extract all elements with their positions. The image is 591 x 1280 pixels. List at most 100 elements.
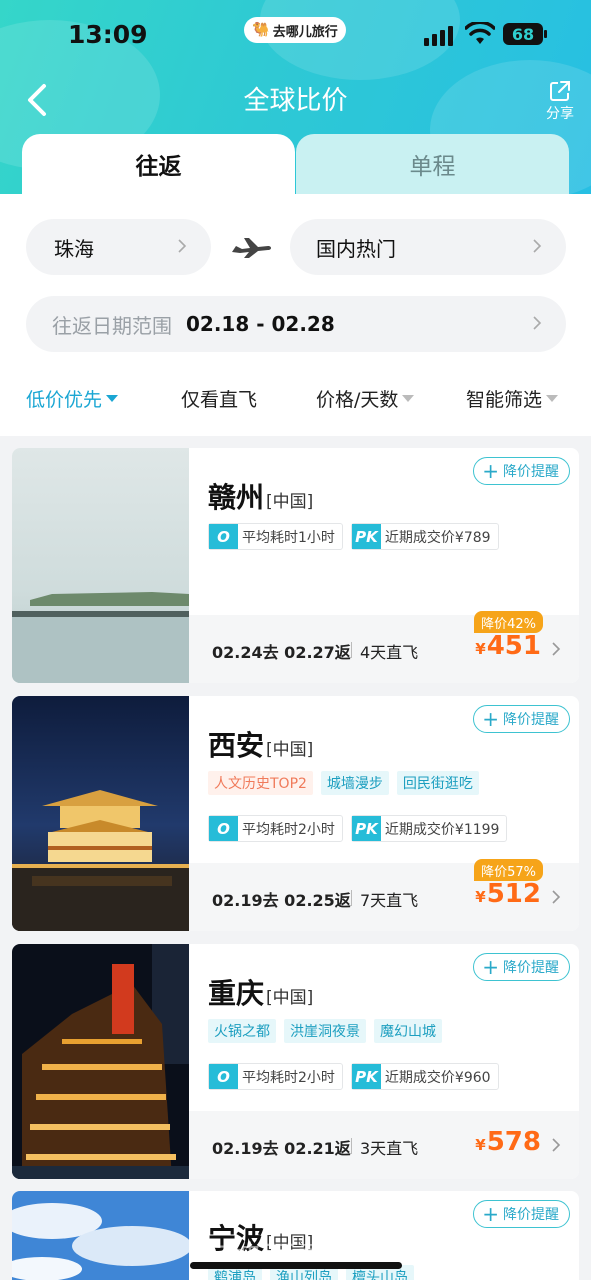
recent-price-info: PK 近期成交价¥1199 xyxy=(350,815,508,842)
trip-dates: 02.24去 02.27返 xyxy=(212,643,351,662)
filter-label: 智能筛选 xyxy=(466,388,543,411)
price-alert-label: 降价提醒 xyxy=(503,712,559,728)
plus-icon: + xyxy=(482,707,499,731)
pk-icon: PK xyxy=(351,816,381,841)
filter-label: 价格/天数 xyxy=(316,388,399,411)
camel-icon: 🐫 xyxy=(252,22,270,38)
city-name: 西安 [中国] xyxy=(208,729,314,762)
home-indicator[interactable] xyxy=(190,1262,402,1269)
info-row: O 平均耗时1小时 PK 近期成交价¥789 xyxy=(208,523,499,550)
caret-down-icon xyxy=(546,394,559,402)
trip-summary: 02.24去 02.27返 4天直飞 降价42% ¥451 xyxy=(189,611,579,683)
filter-label: 仅看直飞 xyxy=(181,388,258,411)
price: ¥512 xyxy=(475,879,541,909)
destination-field[interactable]: 国内热门 xyxy=(290,219,566,275)
share-button[interactable]: 分享 xyxy=(540,80,580,123)
recent-price-text: 近期成交价¥1199 xyxy=(384,821,500,838)
chevron-right-icon xyxy=(533,316,542,330)
price-alert-label: 降价提醒 xyxy=(503,464,559,480)
price-alert-button[interactable]: + 降价提醒 xyxy=(473,953,570,981)
price: ¥578 xyxy=(475,1127,541,1157)
trip-dates: 02.19去 02.21返 xyxy=(212,1139,351,1158)
chevron-right-icon xyxy=(552,642,561,656)
signal-icon xyxy=(424,26,454,46)
share-label: 分享 xyxy=(546,106,574,122)
date-range-field[interactable]: 往返日期范围 02.18 - 02.28 xyxy=(26,296,566,352)
tab-one-way[interactable]: 单程 xyxy=(296,134,569,194)
origin-field[interactable]: 珠海 xyxy=(26,219,211,275)
trip-days: 7天直飞 xyxy=(360,891,419,910)
filter-low-price[interactable]: 低价优先 xyxy=(26,385,119,412)
destination-photo xyxy=(12,696,189,931)
info-row: O 平均耗时2小时 PK 近期成交价¥1199 xyxy=(208,815,508,842)
status-time: 13:09 xyxy=(68,20,148,49)
wifi-icon xyxy=(465,22,495,44)
recent-price-info: PK 近期成交价¥789 xyxy=(350,523,499,550)
filter-direct-only[interactable]: 仅看直飞 xyxy=(181,385,257,412)
tag-row: 火锅之都 洪崖洞夜景 魔幻山城 xyxy=(208,1019,442,1043)
tag: 火锅之都 xyxy=(208,1019,276,1043)
battery-icon: 68 xyxy=(503,23,547,45)
destination-photo xyxy=(12,1191,189,1280)
status-bar: 13:09 🐫 去哪儿旅行 68 xyxy=(0,0,591,70)
recent-price-info: PK 近期成交价¥960 xyxy=(350,1063,499,1090)
airplane-icon xyxy=(232,238,271,258)
pk-icon: PK xyxy=(351,524,381,549)
app-pill: 🐫 去哪儿旅行 xyxy=(244,17,346,43)
avg-time-text: 平均耗时2小时 xyxy=(242,1069,335,1086)
price-alert-button[interactable]: + 降价提醒 xyxy=(473,457,570,485)
trip-days: 3天直飞 xyxy=(360,1139,419,1158)
date-range-label: 往返日期范围 xyxy=(52,313,172,338)
origin-city: 珠海 xyxy=(54,236,94,261)
search-panel: 珠海 国内热门 往返日期范围 02.18 - 02.28 低价优先 仅看直飞 价… xyxy=(0,194,591,436)
result-card[interactable]: 赣州 [中国] + 降价提醒 O 平均耗时1小时 PK 近期成交价¥789 02.24去… xyxy=(12,448,579,683)
chevron-right-icon xyxy=(533,239,542,253)
info-row: O 平均耗时2小时 PK 近期成交价¥960 xyxy=(208,1063,499,1090)
tab-round-trip[interactable]: 往返 xyxy=(22,134,295,194)
price: ¥451 xyxy=(475,631,541,661)
plus-icon: + xyxy=(482,955,499,979)
divider xyxy=(351,1138,352,1154)
tag: 洪崖洞夜景 xyxy=(284,1019,366,1043)
share-icon xyxy=(550,81,570,101)
discount-badge: 降价57% xyxy=(474,859,543,881)
caret-down-icon xyxy=(402,394,415,402)
tag: 城墙漫步 xyxy=(320,771,389,795)
caret-down-icon xyxy=(106,394,119,402)
tag: 回民街逛吃 xyxy=(396,771,479,795)
filter-smart[interactable]: 智能筛选 xyxy=(466,385,559,412)
recent-price-text: 近期成交价¥789 xyxy=(384,529,491,546)
chevron-right-icon xyxy=(552,1138,561,1152)
discount-badge: 降价42% xyxy=(474,611,543,633)
plus-icon: + xyxy=(482,1202,499,1226)
avg-time-text: 平均耗时1小时 xyxy=(242,529,335,546)
destination-photo xyxy=(12,944,189,1179)
divider xyxy=(351,642,352,658)
watermark: 东坡下载 xyxy=(196,1240,332,1275)
destination-label: 国内热门 xyxy=(316,236,396,261)
city-name: 赣州 [中国] xyxy=(208,481,314,514)
clock-icon: O xyxy=(209,1064,238,1089)
divider xyxy=(351,890,352,906)
price-alert-label: 降价提醒 xyxy=(503,1207,559,1223)
result-card[interactable]: 重庆 [中国] + 降价提醒 火锅之都 洪崖洞夜景 魔幻山城 O 平均耗时2小时 PK… xyxy=(12,944,579,1179)
price-alert-button[interactable]: + 降价提醒 xyxy=(473,705,570,733)
filter-price-days[interactable]: 价格/天数 xyxy=(316,385,415,412)
date-range-value: 02.18 - 02.28 xyxy=(186,312,335,336)
filter-label: 低价优先 xyxy=(26,388,103,411)
trip-summary: 02.19去 02.21返 3天直飞 ¥578 xyxy=(189,1111,579,1179)
avg-time-info: O 平均耗时2小时 xyxy=(208,815,343,842)
chevron-right-icon xyxy=(552,890,561,904)
clock-icon: O xyxy=(209,816,238,841)
destination-photo xyxy=(12,448,189,683)
result-card[interactable]: 西安 [中国] + 降价提醒 人文历史TOP2 城墙漫步 回民街逛吃 O 平均耗时2小… xyxy=(12,696,579,931)
price-alert-label: 降价提醒 xyxy=(503,960,559,976)
tag: 魔幻山城 xyxy=(374,1019,442,1043)
avg-time-info: O 平均耗时1小时 xyxy=(208,523,343,550)
city-name: 重庆 [中国] xyxy=(208,977,314,1010)
chevron-right-icon xyxy=(178,239,187,253)
pk-icon: PK xyxy=(351,1064,381,1089)
tag: 人文历史TOP2 xyxy=(208,771,313,795)
page-title: 全球比价 xyxy=(243,86,348,116)
price-alert-button[interactable]: + 降价提醒 xyxy=(473,1200,570,1228)
